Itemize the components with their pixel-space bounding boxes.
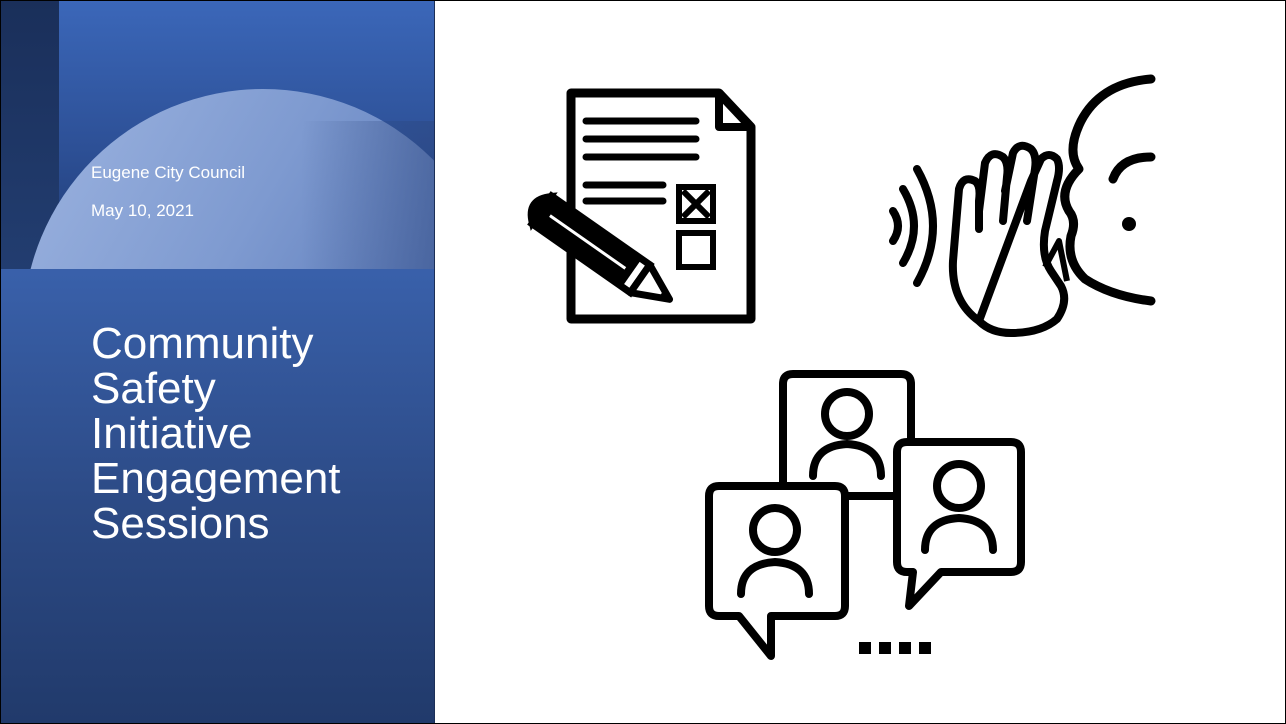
survey-form-pencil-icon <box>527 88 756 324</box>
panel-header-area: Eugene City Council May 10, 2021 <box>1 1 434 269</box>
title-panel: Eugene City Council May 10, 2021 Communi… <box>1 1 435 723</box>
decorative-shade <box>301 121 434 269</box>
title-line: Sessions <box>91 499 270 548</box>
listening-ear-icon <box>889 74 1156 337</box>
title-line: Safety <box>91 364 216 413</box>
title-line: Initiative <box>91 409 253 458</box>
slide: Eugene City Council May 10, 2021 Communi… <box>0 0 1286 724</box>
title-line: Engagement <box>91 454 341 503</box>
meeting-date: May 10, 2021 <box>91 201 195 220</box>
organization-name: Eugene City Council <box>91 163 246 182</box>
title-line: Community <box>91 319 314 368</box>
group-chat-people-icon <box>705 370 1025 660</box>
slide-title: Community Safety Initiative Engagement S… <box>91 321 421 546</box>
